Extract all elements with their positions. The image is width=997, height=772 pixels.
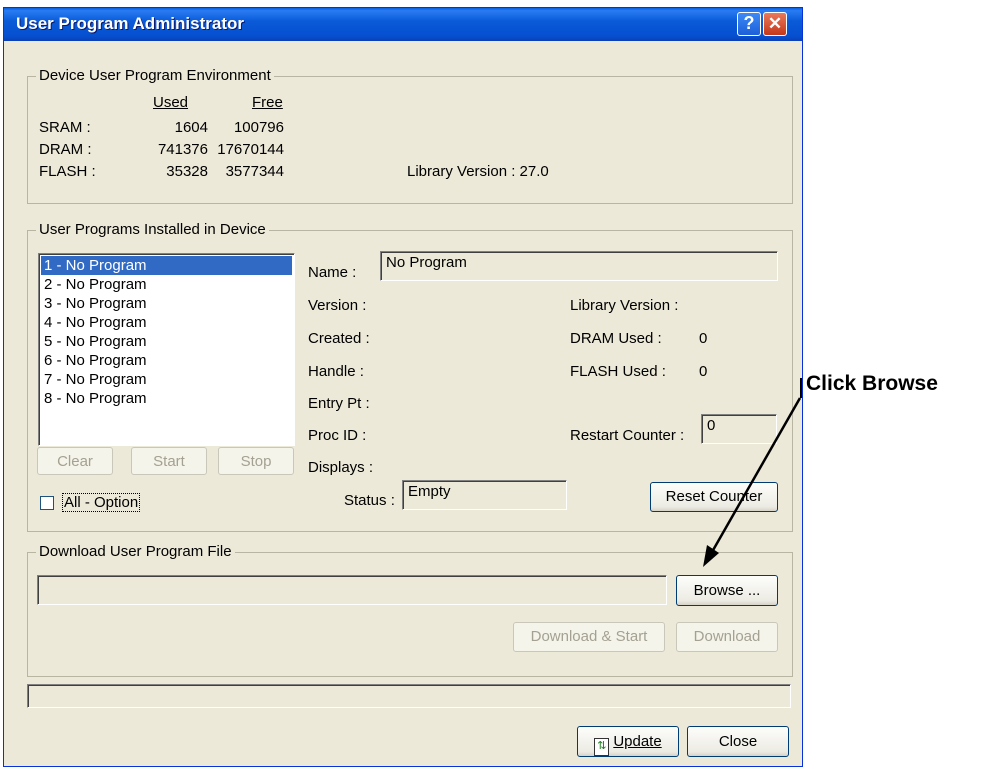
device-environment-group: Device User Program Environment xyxy=(27,67,793,204)
dram-label: DRAM : xyxy=(39,141,92,158)
handle-label: Handle : xyxy=(308,363,364,380)
list-item[interactable]: 5 - No Program xyxy=(41,332,292,351)
flash-used-label: FLASH Used : xyxy=(570,363,666,380)
proc-id-label: Proc ID : xyxy=(308,427,367,444)
sram-free: 100796 xyxy=(233,119,284,136)
restart-counter-label: Restart Counter : xyxy=(570,427,685,444)
used-column-header: Used xyxy=(153,94,189,111)
clear-button[interactable]: Clear xyxy=(37,447,113,475)
program-listbox[interactable]: 1 - No Program 2 - No Program 3 - No Pro… xyxy=(38,253,295,446)
dram-used-label: DRAM Used : xyxy=(570,330,662,347)
status-label: Status : xyxy=(344,492,395,509)
help-button[interactable]: ? xyxy=(737,12,761,36)
update-button[interactable]: ⇅ Update xyxy=(577,726,679,757)
start-button[interactable]: Start xyxy=(131,447,207,475)
list-item[interactable]: 6 - No Program xyxy=(41,351,292,370)
download-button[interactable]: Download xyxy=(676,622,778,652)
list-item[interactable]: 8 - No Program xyxy=(41,389,292,408)
sram-label: SRAM : xyxy=(39,119,91,136)
flash-used: 35328 xyxy=(166,163,208,180)
status-field: Empty xyxy=(402,480,567,510)
progress-bar xyxy=(27,684,791,708)
list-item[interactable]: 7 - No Program xyxy=(41,370,292,389)
flash-used-value: 0 xyxy=(699,363,708,380)
close-window-button[interactable]: ✕ xyxy=(763,12,787,36)
title-bar[interactable]: User Program Administrator ? ✕ xyxy=(4,8,802,41)
displays-label: Displays : xyxy=(308,459,374,476)
update-label: Update xyxy=(613,733,662,750)
version-label: Version : xyxy=(308,297,367,314)
window-title: User Program Administrator xyxy=(16,14,244,33)
stop-button[interactable]: Stop xyxy=(218,447,294,475)
list-item[interactable]: 4 - No Program xyxy=(41,313,292,332)
list-item[interactable]: 2 - No Program xyxy=(41,275,292,294)
installed-programs-title: User Programs Installed in Device xyxy=(36,221,269,239)
flash-free: 3577344 xyxy=(225,163,284,180)
flash-label: FLASH : xyxy=(39,163,96,180)
all-option-checkbox[interactable] xyxy=(40,496,54,510)
browse-button[interactable]: Browse ... xyxy=(676,575,778,606)
user-program-admin-window: User Program Administrator ? ✕ Device Us… xyxy=(3,7,803,767)
program-library-version-label: Library Version : xyxy=(570,297,679,314)
close-button[interactable]: Close xyxy=(687,726,789,757)
download-and-start-button[interactable]: Download & Start xyxy=(513,622,665,652)
program-file-path-field[interactable] xyxy=(37,575,667,605)
device-environment-title: Device User Program Environment xyxy=(36,67,274,85)
program-name-field: No Program xyxy=(380,251,778,281)
refresh-icon: ⇅ xyxy=(594,738,610,756)
created-label: Created : xyxy=(308,330,370,347)
free-column-header: Free xyxy=(252,94,283,111)
dram-used: 741376 xyxy=(157,141,208,158)
download-group: Download User Program File xyxy=(27,543,793,677)
list-item[interactable]: 3 - No Program xyxy=(41,294,292,313)
reset-counter-button[interactable]: Reset Counter xyxy=(650,482,778,512)
click-browse-annotation: Click Browse xyxy=(806,372,938,395)
library-version-summary: Library Version : 27.0 xyxy=(407,163,549,180)
download-group-title: Download User Program File xyxy=(36,543,235,561)
entry-pt-label: Entry Pt : xyxy=(308,395,370,412)
sram-used: 1604 xyxy=(174,119,208,136)
restart-counter-field: 0 xyxy=(701,414,777,444)
list-item[interactable]: 1 - No Program xyxy=(41,256,292,275)
all-option-label: All - Option xyxy=(62,493,141,512)
name-label: Name : xyxy=(308,264,357,281)
dram-used-value: 0 xyxy=(699,330,708,347)
dram-free: 17670144 xyxy=(217,141,284,158)
